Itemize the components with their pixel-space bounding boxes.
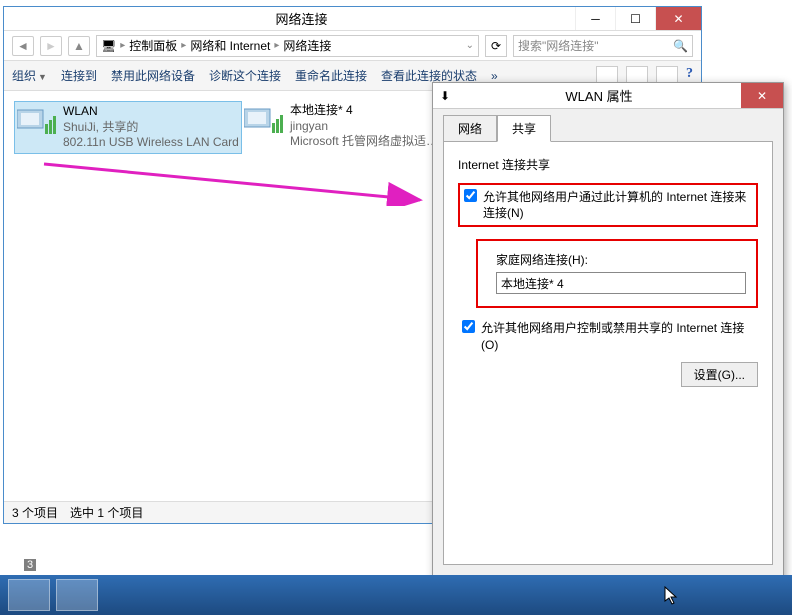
allow-control-checkbox[interactable] xyxy=(462,320,475,333)
up-button[interactable]: ▲ xyxy=(68,36,90,56)
adapter-device: Microsoft 托管网络虚拟适… xyxy=(290,134,438,150)
search-input[interactable]: 搜索"网络连接" 🔍 xyxy=(513,35,693,57)
crumb-1[interactable]: 网络和 Internet xyxy=(190,37,270,54)
toolbar-organize[interactable]: 组织▼ xyxy=(12,67,47,84)
adapter-name: WLAN xyxy=(63,104,239,120)
allow-sharing-checkbox-row[interactable]: 允许其他网络用户通过此计算机的 Internet 连接来连接(N) xyxy=(464,189,752,221)
highlight-box: 家庭网络连接(H): xyxy=(476,239,758,308)
tab-network[interactable]: 网络 xyxy=(443,115,497,142)
caption-buttons: ─ ☐ ✕ xyxy=(575,7,701,30)
toolbar-diagnose[interactable]: 诊断这个连接 xyxy=(209,67,281,84)
adapter-name: 本地连接* 4 xyxy=(290,103,438,119)
toolbar-rename[interactable]: 重命名此连接 xyxy=(295,67,367,84)
search-placeholder: 搜索"网络连接" xyxy=(518,37,599,54)
crumb-0[interactable]: 控制面板 xyxy=(129,37,177,54)
toolbar-overflow[interactable]: » xyxy=(491,69,498,83)
tab-sharing[interactable]: 共享 xyxy=(497,115,551,142)
dialog-close-button[interactable]: ✕ xyxy=(741,83,783,108)
wlan-properties-dialog: ⬇ WLAN 属性 ✕ 网络 共享 Internet 连接共享 允许其他网络用户… xyxy=(432,82,784,606)
tab-strip: 网络 共享 xyxy=(443,115,773,142)
crumb-2[interactable]: 网络连接 xyxy=(283,37,331,54)
selection-count: 选中 1 个项目 xyxy=(70,504,143,521)
home-connection-label: 家庭网络连接(H): xyxy=(496,251,746,268)
network-adapter-icon xyxy=(244,103,284,137)
folder-icon: 🖥 xyxy=(101,39,116,53)
forward-button[interactable]: ► xyxy=(40,36,62,56)
dialog-titlebar: ⬇ WLAN 属性 ✕ xyxy=(433,83,783,109)
maximize-button[interactable]: ☐ xyxy=(615,7,655,30)
navigation-bar: ◄ ► ▲ 🖥 ▸ 控制面板 ▸ 网络和 Internet ▸ 网络连接 ⌄ ⟳… xyxy=(4,31,701,61)
taskbar-item[interactable] xyxy=(8,579,50,611)
home-connection-select[interactable] xyxy=(496,272,746,294)
desktop-badge: 3 xyxy=(24,559,36,571)
minimize-button[interactable]: ─ xyxy=(575,7,615,30)
allow-control-checkbox-row[interactable]: 允许其他网络用户控制或禁用共享的 Internet 连接(O) xyxy=(462,320,758,352)
highlight-box: 允许其他网络用户通过此计算机的 Internet 连接来连接(N) xyxy=(458,183,758,227)
close-button[interactable]: ✕ xyxy=(655,7,701,30)
group-title: Internet 连接共享 xyxy=(458,156,758,173)
taskbar-item[interactable] xyxy=(56,579,98,611)
titlebar: 网络连接 ─ ☐ ✕ xyxy=(4,7,701,31)
search-icon: 🔍 xyxy=(673,39,688,53)
adapter-wlan[interactable]: WLAN ShuiJi, 共享的 802.11n USB Wireless LA… xyxy=(14,101,242,154)
adapter-device: 802.11n USB Wireless LAN Card xyxy=(63,135,239,151)
refresh-button[interactable]: ⟳ xyxy=(485,35,507,57)
adapter-status: jingyan xyxy=(290,119,438,135)
back-button[interactable]: ◄ xyxy=(12,36,34,56)
dialog-title: WLAN 属性 xyxy=(457,86,741,105)
adapter-status: ShuiJi, 共享的 xyxy=(63,120,239,136)
window-title: 网络连接 xyxy=(28,9,575,28)
dialog-icon: ⬇ xyxy=(433,89,457,103)
allow-sharing-checkbox[interactable] xyxy=(464,189,477,202)
tab-panel-sharing: Internet 连接共享 允许其他网络用户通过此计算机的 Internet 连… xyxy=(443,141,773,565)
item-count: 3 个项目 xyxy=(12,504,58,521)
adapter-local4[interactable]: 本地连接* 4 jingyan Microsoft 托管网络虚拟适… xyxy=(244,103,438,150)
settings-button[interactable]: 设置(G)... xyxy=(681,362,758,387)
allow-sharing-label: 允许其他网络用户通过此计算机的 Internet 连接来连接(N) xyxy=(483,189,752,221)
network-adapter-icon xyxy=(17,104,57,138)
allow-control-label: 允许其他网络用户控制或禁用共享的 Internet 连接(O) xyxy=(481,320,758,352)
breadcrumb[interactable]: 🖥 ▸ 控制面板 ▸ 网络和 Internet ▸ 网络连接 ⌄ xyxy=(96,35,479,57)
cursor-icon xyxy=(664,586,678,606)
toolbar-connect[interactable]: 连接到 xyxy=(61,67,97,84)
toolbar-disable[interactable]: 禁用此网络设备 xyxy=(111,67,195,84)
